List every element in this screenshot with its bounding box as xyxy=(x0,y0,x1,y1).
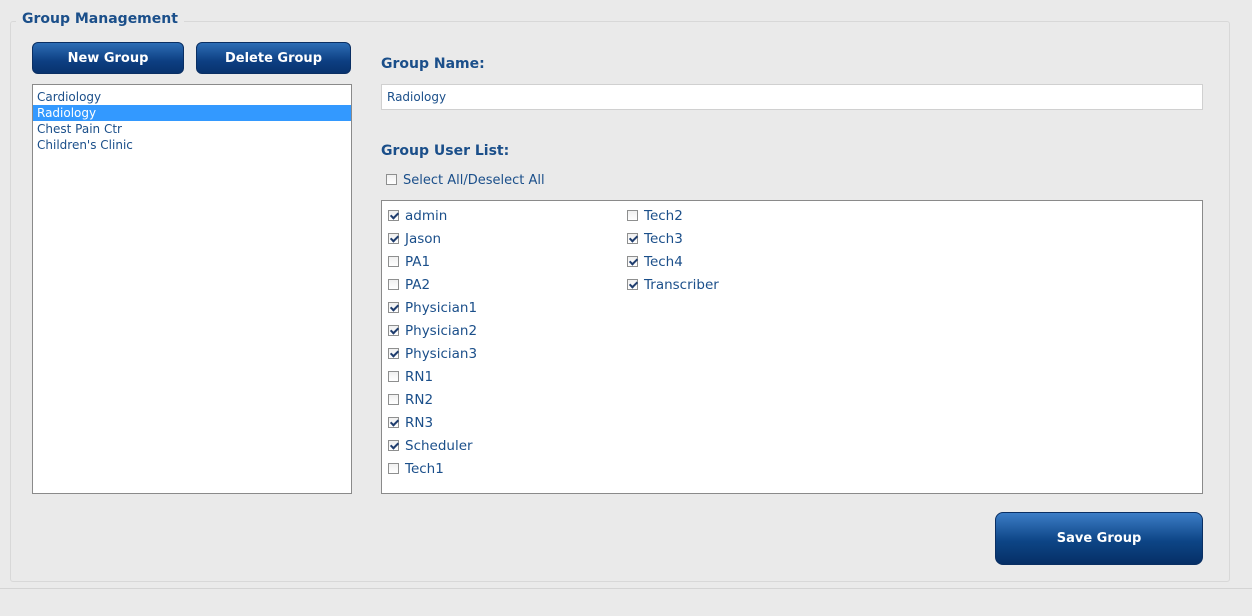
user-name: Jason xyxy=(405,231,442,247)
user-name: Tech1 xyxy=(405,461,444,477)
user-column-2: Tech2 Tech3 Tech4 Transcriber xyxy=(627,205,719,297)
user-item[interactable]: Physician2 xyxy=(388,320,477,343)
user-item[interactable]: PA1 xyxy=(388,251,477,274)
delete-group-button[interactable]: Delete Group xyxy=(196,42,351,74)
user-checkbox[interactable] xyxy=(388,417,399,428)
user-item[interactable]: Tech1 xyxy=(388,458,477,481)
user-checklist: admin Jason PA1 PA2 Physician1 Physician2 Phys… xyxy=(381,200,1203,494)
user-checkbox[interactable] xyxy=(388,371,399,382)
user-item[interactable]: Tech4 xyxy=(627,251,719,274)
user-item[interactable]: Tech3 xyxy=(627,228,719,251)
user-checkbox[interactable] xyxy=(627,233,638,244)
user-checkbox[interactable] xyxy=(388,210,399,221)
user-name: RN2 xyxy=(405,392,434,408)
user-item[interactable]: PA2 xyxy=(388,274,477,297)
user-checkbox[interactable] xyxy=(627,210,638,221)
bottom-divider xyxy=(0,588,1252,589)
user-checkbox[interactable] xyxy=(388,302,399,313)
user-checkbox[interactable] xyxy=(388,394,399,405)
user-name: Tech2 xyxy=(644,208,683,224)
user-name: Physician2 xyxy=(405,323,478,339)
save-group-button[interactable]: Save Group xyxy=(995,512,1203,565)
group-listbox[interactable]: Cardiology Radiology Chest Pain Ctr Childre… xyxy=(32,84,352,494)
group-user-list-label: Group User List: xyxy=(381,143,510,159)
user-checkbox[interactable] xyxy=(627,256,638,267)
group-name-input[interactable] xyxy=(381,84,1203,110)
group-list-item[interactable]: Cardiology xyxy=(33,89,351,105)
user-item[interactable]: Physician3 xyxy=(388,343,477,366)
user-name: PA2 xyxy=(405,277,431,293)
user-item[interactable]: Jason xyxy=(388,228,477,251)
user-name: RN1 xyxy=(405,369,434,385)
user-item[interactable]: admin xyxy=(388,205,477,228)
user-checkbox[interactable] xyxy=(388,348,399,359)
user-item[interactable]: Physician1 xyxy=(388,297,477,320)
group-list-item[interactable]: Chest Pain Ctr xyxy=(33,121,351,137)
select-all-checkbox[interactable] xyxy=(386,174,397,185)
user-item[interactable]: Tech2 xyxy=(627,205,719,228)
select-all-label: Select All/Deselect All xyxy=(403,173,545,188)
user-name: Tech4 xyxy=(644,254,683,270)
user-checkbox[interactable] xyxy=(388,440,399,451)
select-all-row[interactable]: Select All/Deselect All xyxy=(386,173,545,188)
group-list-item[interactable]: Children's Clinic xyxy=(33,137,351,153)
user-name: admin xyxy=(405,208,448,224)
user-name: PA1 xyxy=(405,254,431,270)
user-checkbox[interactable] xyxy=(388,279,399,290)
user-name: Tech3 xyxy=(644,231,683,247)
user-name: Transcriber xyxy=(644,277,719,293)
user-checkbox[interactable] xyxy=(388,463,399,474)
user-name: Physician3 xyxy=(405,346,478,362)
group-list-item[interactable]: Radiology xyxy=(33,105,351,121)
user-name: Scheduler xyxy=(405,438,473,454)
user-checkbox[interactable] xyxy=(388,256,399,267)
user-item[interactable]: RN1 xyxy=(388,366,477,389)
user-checkbox[interactable] xyxy=(388,325,399,336)
user-checkbox[interactable] xyxy=(627,279,638,290)
user-item[interactable]: Transcriber xyxy=(627,274,719,297)
new-group-button[interactable]: New Group xyxy=(32,42,184,74)
section-title: Group Management xyxy=(16,10,184,28)
user-checkbox[interactable] xyxy=(388,233,399,244)
user-name: Physician1 xyxy=(405,300,478,316)
user-item[interactable]: RN2 xyxy=(388,389,477,412)
user-name: RN3 xyxy=(405,415,434,431)
user-column-1: admin Jason PA1 PA2 Physician1 Physician2 Phys… xyxy=(388,205,477,481)
user-item[interactable]: Scheduler xyxy=(388,435,477,458)
user-item[interactable]: RN3 xyxy=(388,412,477,435)
group-name-label: Group Name: xyxy=(381,56,485,72)
